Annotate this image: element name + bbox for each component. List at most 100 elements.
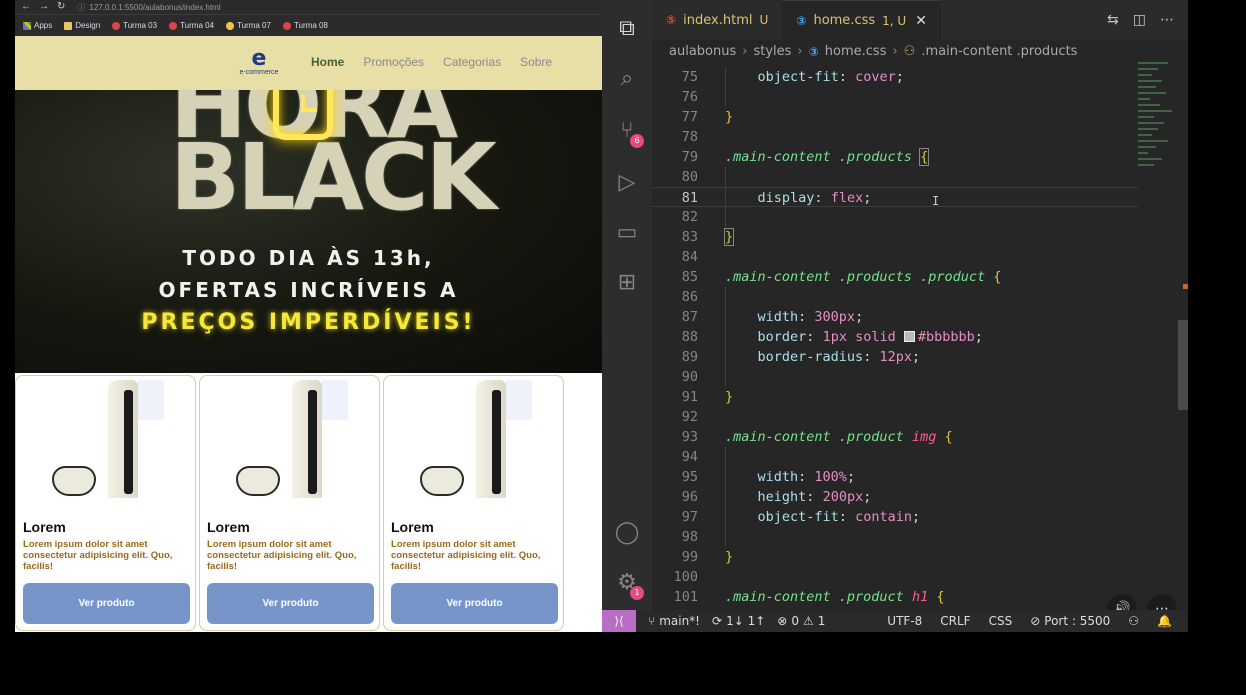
problems-status[interactable]: ⊗ 0 ⚠ 1 (777, 614, 825, 628)
error-icon: ⊗ (777, 614, 788, 628)
forward-icon[interactable]: → (39, 2, 49, 12)
breadcrumb: aulabonus › styles › ③ home.css › ⚇ .mai… (669, 44, 1078, 59)
language-status[interactable]: CSS (989, 614, 1013, 628)
site-logo[interactable]: e e-commerce (229, 48, 289, 77)
hero-title-line2: BLACK (170, 124, 497, 231)
browser-toolbar: ← → ↻ ⓘ 127.0.0.1:5500/aulabonus/index.h… (15, 0, 602, 14)
bookmark-turma-04[interactable]: Turma 04 (169, 21, 214, 30)
ver-produto-button[interactable]: Ver produto (207, 583, 374, 624)
more-actions-icon[interactable]: ⋯ (1160, 12, 1174, 28)
warning-icon: ⚠ (802, 614, 814, 628)
accounts-icon[interactable]: ⚇ (1128, 614, 1139, 628)
split-editor-icon[interactable]: ◫ (1133, 12, 1146, 28)
code-editor[interactable]: 75 object-fit: cover; 76 77} 78 79 .main-… (652, 67, 1138, 610)
tab-label: home.css (813, 13, 876, 28)
console-image (46, 378, 195, 500)
address-bar[interactable]: ⓘ 127.0.0.1:5500/aulabonus/index.html (77, 2, 220, 13)
explorer-icon[interactable]: ⧉ (614, 16, 640, 42)
sync-icon: ⟳ (712, 614, 723, 628)
console-image (230, 378, 379, 500)
html-file-icon: ⑤ (666, 13, 677, 27)
live-server-status[interactable]: ⊘ Port : 5500 (1030, 614, 1110, 628)
extensions-icon[interactable]: ⊞ (614, 270, 640, 296)
search-icon[interactable]: ⌕ (614, 66, 640, 92)
breadcrumb-file[interactable]: home.css (825, 44, 887, 59)
bookmark-design[interactable]: Design (64, 21, 100, 30)
scrollbar[interactable] (1178, 320, 1188, 410)
browser-window: ← → ↻ ⓘ 127.0.0.1:5500/aulabonus/index.h… (15, 0, 602, 632)
source-control-badge: 6 (630, 134, 644, 148)
web-page: HORA BLACK TODO DIA ÀS 13h, OFERTAS INCR… (15, 36, 602, 632)
compare-changes-icon[interactable]: ⇆ (1107, 12, 1119, 28)
product-card: Lorem Lorem ipsum dolor sit amet consect… (15, 375, 196, 631)
remote-explorer-icon[interactable]: ▭ (614, 220, 640, 246)
bookmark-icon (112, 21, 121, 30)
hero-subtitle-2: OFERTAS INCRÍVEIS A (158, 278, 459, 302)
products-list: Lorem Lorem ipsum dolor sit amet consect… (15, 375, 602, 632)
settings-badge: 1 (630, 586, 644, 600)
bookmarks-bar: Apps Design Turma 03 Turma 04 Turma 07 T… (15, 14, 602, 36)
activity-bar: ⧉ ⌕ ⑂ 6 ▷ ▭ ⊞ ◯ ⚙ 1 (602, 0, 652, 610)
eol-status[interactable]: CRLF (940, 614, 970, 628)
emoji-icon (226, 21, 235, 30)
close-icon[interactable]: ✕ (915, 13, 927, 29)
vscode-window: ⧉ ⌕ ⑂ 6 ▷ ▭ ⊞ ◯ ⚙ 1 ⑤ index.html U ③ home.… (602, 0, 1188, 632)
encoding-status[interactable]: UTF-8 (887, 614, 922, 628)
ver-produto-button[interactable]: Ver produto (391, 583, 558, 624)
bookmark-icon (169, 21, 178, 30)
remote-icon[interactable]: ⟩⟨ (602, 610, 636, 632)
nav-categorias[interactable]: Categorias (443, 55, 501, 69)
overview-ruler-marker (1183, 284, 1188, 289)
editor-actions: ⇆ ◫ ⋯ (1107, 12, 1174, 28)
tab-status: U (759, 13, 769, 27)
bookmark-turma-07[interactable]: Turma 07 (226, 21, 271, 30)
notifications-icon[interactable]: 🔔 (1157, 614, 1172, 628)
account-icon[interactable]: ◯ (614, 520, 640, 546)
breadcrumb-folder[interactable]: styles (753, 44, 791, 59)
site-header: e e-commerce Home Promoções Categorias S… (15, 36, 602, 90)
product-title: Lorem (207, 519, 250, 535)
tab-home-css[interactable]: ③ home.css 1, U ✕ (782, 0, 941, 40)
back-icon[interactable]: ← (21, 2, 31, 12)
bookmark-turma-08[interactable]: Turma 08 (282, 21, 328, 30)
bookmark-apps[interactable]: Apps (23, 21, 52, 30)
url-text[interactable]: 127.0.0.1:5500/aulabonus/index.html (89, 3, 220, 12)
product-title: Lorem (391, 519, 434, 535)
hero-subtitle-1: TODO DIA ÀS 13h, (182, 246, 435, 270)
reload-icon[interactable]: ↻ (57, 2, 65, 12)
branch-status[interactable]: ⑂ main*! (648, 614, 700, 628)
minimap[interactable] (1138, 62, 1178, 232)
bookmark-turma-03[interactable]: Turma 03 (112, 21, 157, 30)
ver-produto-button[interactable]: Ver produto (23, 583, 190, 624)
console-image (414, 378, 563, 500)
status-bar: ⟩⟨ ⑂ main*! ⟳ 1↓ 1↑ ⊗ 0 ⚠ 1 UTF-8 CRLF CSS ⊘… (602, 610, 1188, 632)
site-nav: Home Promoções Categorias Sobre (311, 55, 552, 69)
bookmark-icon (282, 21, 291, 30)
breadcrumb-folder[interactable]: aulabonus (669, 44, 736, 59)
folder-icon (64, 21, 73, 30)
product-title: Lorem (23, 519, 66, 535)
info-icon: ⓘ (77, 2, 86, 12)
branch-icon: ⑂ (648, 614, 656, 628)
source-control-icon[interactable]: ⑂ 6 (614, 118, 644, 148)
product-card: Lorem Lorem ipsum dolor sit amet consect… (383, 375, 564, 631)
nav-sobre[interactable]: Sobre (520, 55, 552, 69)
run-debug-icon[interactable]: ▷ (614, 170, 640, 196)
hero-subtitle-3: PREÇOS IMPERDÍVEIS! (141, 310, 476, 335)
symbol-icon: ⚇ (903, 44, 916, 59)
css-file-icon: ③ (808, 44, 819, 59)
breadcrumb-symbol[interactable]: .main-content .products (921, 44, 1077, 59)
nav-promocoes[interactable]: Promoções (363, 55, 424, 69)
logo-text: e-commerce (239, 69, 279, 76)
product-card: Lorem Lorem ipsum dolor sit amet consect… (199, 375, 380, 631)
nav-home[interactable]: Home (311, 55, 344, 69)
css-file-icon: ③ (796, 13, 807, 28)
tab-label: index.html (683, 12, 753, 28)
product-description: Lorem ipsum dolor sit amet consectetur a… (391, 539, 541, 572)
tab-index-html[interactable]: ⑤ index.html U (652, 0, 783, 40)
product-description: Lorem ipsum dolor sit amet consectetur a… (207, 539, 357, 572)
sync-status[interactable]: ⟳ 1↓ 1↑ (712, 614, 765, 628)
product-description: Lorem ipsum dolor sit amet consectetur a… (23, 539, 173, 572)
port-icon: ⊘ (1030, 614, 1041, 628)
settings-gear-icon[interactable]: ⚙ 1 (614, 570, 644, 600)
